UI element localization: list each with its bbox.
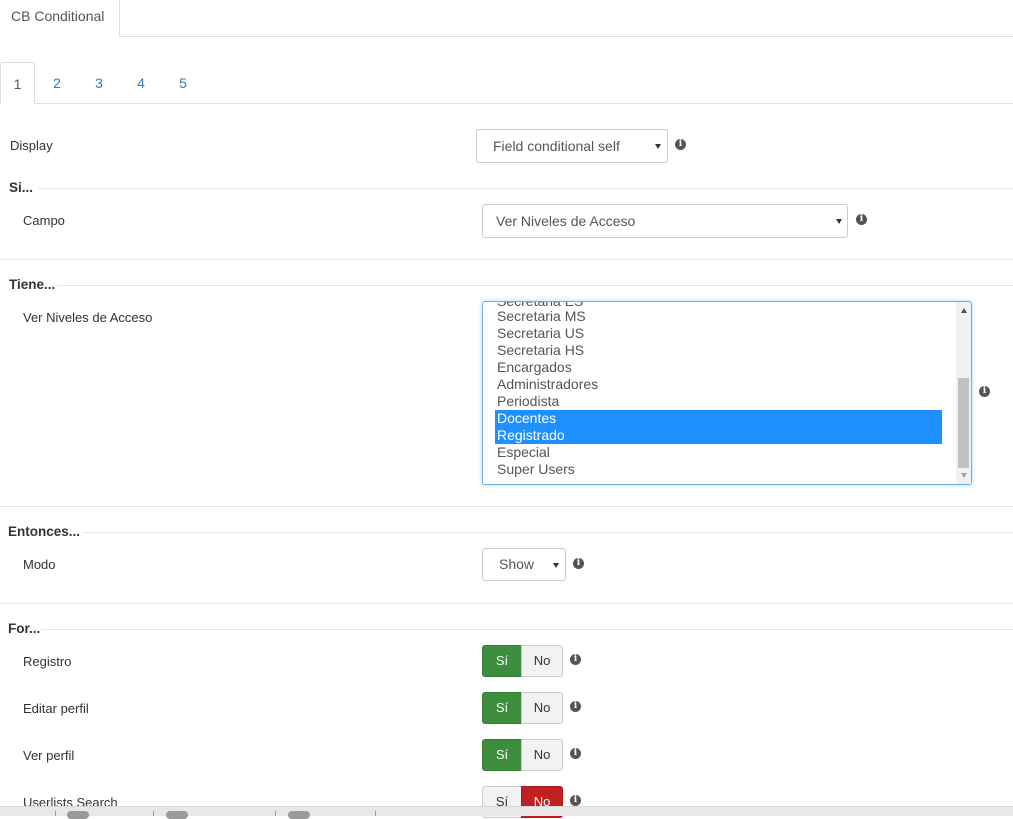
section-divider bbox=[38, 188, 1013, 189]
list-option[interactable]: Secretaria HS bbox=[495, 342, 942, 359]
campo-select[interactable]: Ver Niveles de Acceso bbox=[482, 204, 848, 238]
listbox-scrollbar[interactable] bbox=[956, 302, 971, 484]
section-divider bbox=[0, 506, 1013, 507]
condition-tab-label: 5 bbox=[179, 75, 187, 91]
modo-label: Modo bbox=[23, 557, 56, 572]
caret-down-icon bbox=[836, 219, 842, 224]
niveles-acceso-listbox[interactable]: Secretaria ES Secretaria MS Secretaria U… bbox=[482, 301, 972, 485]
toolbar-separator bbox=[275, 811, 276, 816]
ver-perfil-label: Ver perfil bbox=[23, 748, 75, 763]
editar-perfil-toggle[interactable]: Sí No bbox=[482, 692, 563, 724]
editar-perfil-label: Editar perfil bbox=[23, 701, 89, 716]
condition-tab-1[interactable]: 1 bbox=[0, 62, 35, 104]
list-option-selected[interactable]: Docentes bbox=[495, 410, 942, 427]
info-circle-icon[interactable]: i bbox=[570, 654, 581, 665]
campo-select-value: Ver Niveles de Acceso bbox=[496, 213, 636, 229]
section-divider bbox=[0, 259, 1013, 260]
display-label: Display bbox=[10, 138, 53, 153]
section-divider bbox=[0, 603, 1013, 604]
info-circle-icon[interactable]: i bbox=[675, 139, 686, 150]
toggle-no-button[interactable]: No bbox=[521, 645, 563, 677]
modo-select[interactable]: Show bbox=[482, 548, 566, 581]
section-divider bbox=[57, 285, 1013, 286]
registro-label: Registro bbox=[23, 654, 72, 669]
toolbar-separator bbox=[375, 811, 376, 816]
display-select-value: Field conditional self bbox=[493, 138, 620, 154]
ver-perfil-toggle[interactable]: Sí No bbox=[482, 739, 563, 771]
scrollbar-thumb[interactable] bbox=[958, 378, 969, 468]
section-title-tiene: Tiene... bbox=[9, 277, 56, 292]
info-circle-icon[interactable]: i bbox=[570, 748, 581, 759]
modo-select-value: Show bbox=[499, 556, 535, 572]
list-option[interactable]: Especial bbox=[495, 444, 942, 461]
section-divider bbox=[84, 532, 1013, 533]
info-circle-icon[interactable]: i bbox=[570, 701, 581, 712]
info-circle-icon[interactable]: i bbox=[856, 214, 867, 225]
section-title-for: For... bbox=[8, 621, 41, 636]
scroll-down-arrow-icon[interactable] bbox=[961, 473, 967, 478]
tab-cb-conditional[interactable]: CB Conditional bbox=[0, 0, 120, 37]
condition-tab-label: 4 bbox=[137, 75, 145, 91]
info-circle-icon[interactable]: i bbox=[573, 558, 584, 569]
list-option[interactable]: Secretaria US bbox=[495, 325, 942, 342]
section-title-si: Si... bbox=[9, 180, 34, 195]
toolbar-button[interactable] bbox=[166, 811, 188, 819]
list-option-selected[interactable]: Registrado bbox=[495, 427, 942, 444]
condition-tab-4[interactable]: 4 bbox=[126, 62, 156, 104]
condition-tab-2[interactable]: 2 bbox=[42, 62, 72, 104]
top-tab-divider bbox=[0, 36, 1013, 37]
toolbar-button[interactable] bbox=[288, 811, 310, 819]
toolbar-separator bbox=[55, 811, 56, 816]
condition-tab-label: 2 bbox=[53, 75, 61, 91]
toggle-yes-button[interactable]: Sí bbox=[482, 692, 522, 724]
info-circle-icon[interactable]: i bbox=[570, 795, 581, 806]
condition-tab-3[interactable]: 3 bbox=[84, 62, 114, 104]
list-option[interactable]: Super Users bbox=[495, 461, 942, 478]
section-title-entonces: Entonces... bbox=[8, 524, 81, 539]
toggle-no-button[interactable]: No bbox=[521, 692, 563, 724]
condition-tab-label: 1 bbox=[13, 76, 22, 92]
section-divider bbox=[41, 629, 1013, 630]
caret-down-icon bbox=[655, 144, 661, 149]
caret-down-icon bbox=[553, 562, 559, 568]
toolbar-separator bbox=[153, 811, 154, 816]
toolbar-button[interactable] bbox=[67, 811, 89, 819]
condition-tab-label: 3 bbox=[95, 75, 103, 91]
bottom-toolbar bbox=[0, 806, 1013, 816]
list-option[interactable]: Secretaria MS bbox=[495, 308, 942, 325]
toggle-yes-button[interactable]: Sí bbox=[482, 739, 522, 771]
condition-tab-5[interactable]: 5 bbox=[168, 62, 198, 104]
list-option[interactable]: Administradores bbox=[495, 376, 942, 393]
campo-label: Campo bbox=[23, 213, 65, 228]
scroll-up-arrow-icon[interactable] bbox=[961, 308, 967, 313]
tab-cb-conditional-label: CB Conditional bbox=[11, 8, 105, 24]
display-select[interactable]: Field conditional self bbox=[476, 129, 668, 163]
list-option[interactable]: Encargados bbox=[495, 359, 942, 376]
niveles-acceso-label: Ver Niveles de Acceso bbox=[23, 310, 153, 325]
registro-toggle[interactable]: Sí No bbox=[482, 645, 563, 677]
toggle-yes-button[interactable]: Sí bbox=[482, 645, 522, 677]
info-circle-icon[interactable]: i bbox=[979, 386, 990, 397]
toggle-no-button[interactable]: No bbox=[521, 739, 563, 771]
list-option[interactable]: Periodista bbox=[495, 393, 942, 410]
